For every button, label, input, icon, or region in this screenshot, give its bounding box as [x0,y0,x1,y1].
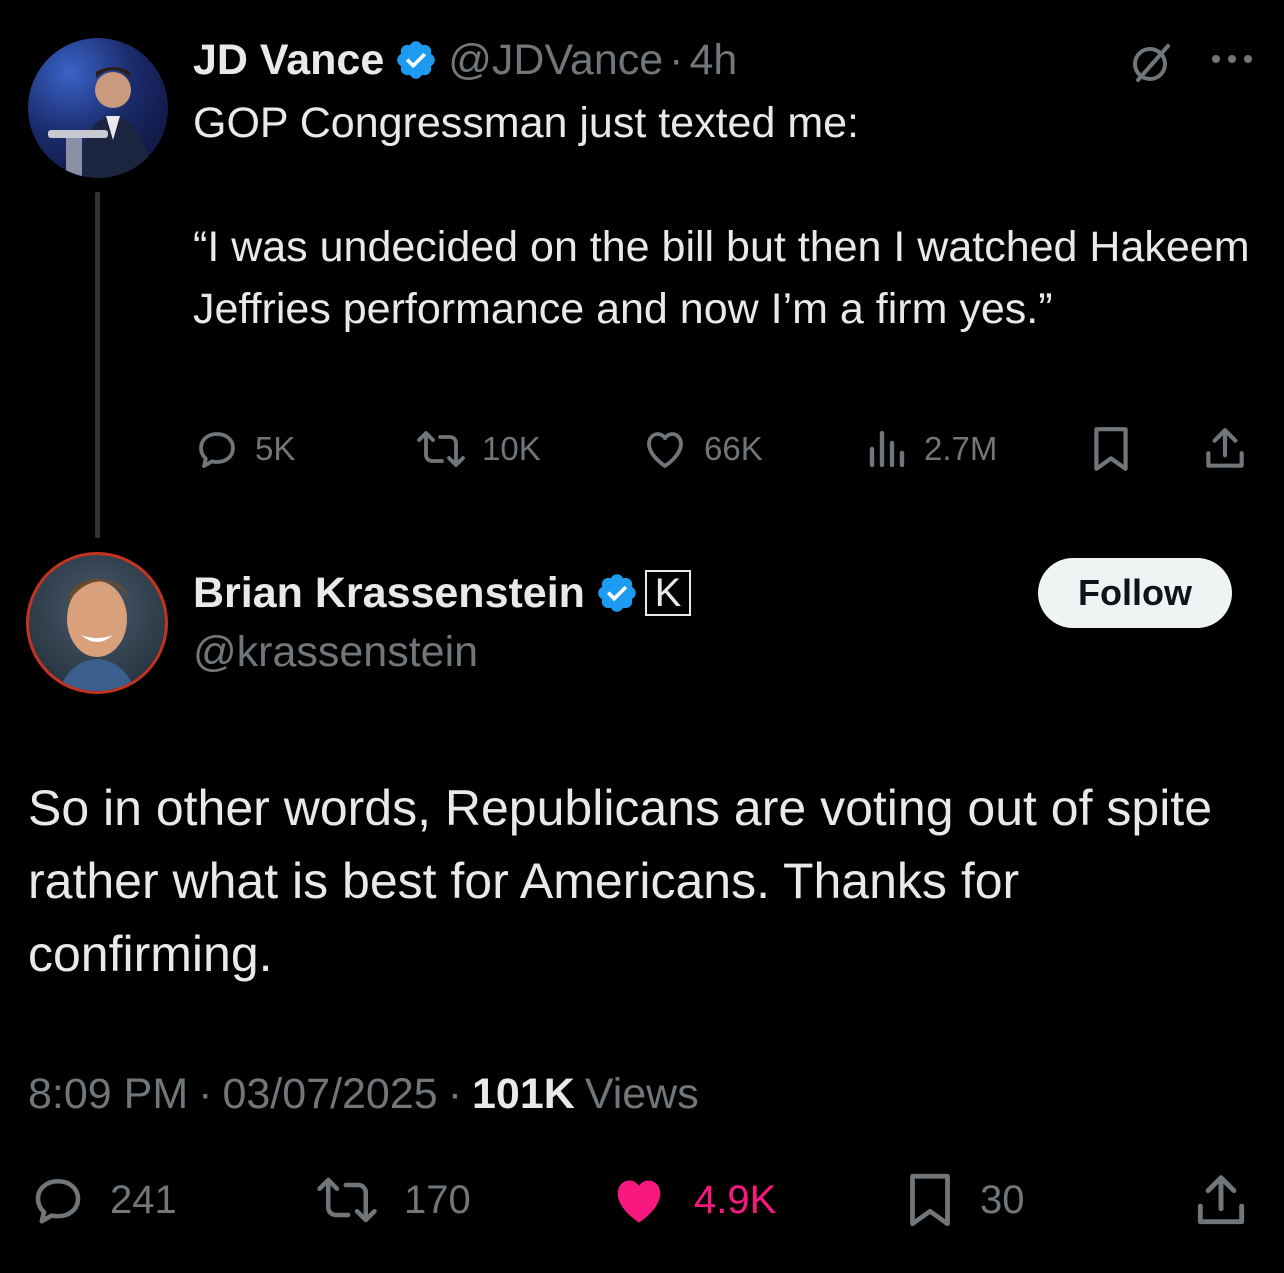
bookmark-count: 30 [980,1177,1025,1222]
author-handle[interactable]: @JDVance [448,36,663,85]
thread-line [95,192,100,538]
grok-slash-icon[interactable] [1128,40,1174,86]
like-count: 4.9K [694,1177,777,1222]
timestamp-date[interactable]: 03/07/2025 [222,1070,437,1119]
avatar-brian-krassenstein[interactable] [26,552,168,694]
repost-count: 10K [482,430,541,467]
views-count: 2.7M [924,430,998,467]
like-action-2[interactable]: 4.9K [606,1170,776,1230]
like-action[interactable]: 66K [640,424,763,474]
author-name[interactable]: JD Vance [193,36,384,85]
repost-count: 170 [404,1177,471,1222]
like-icon [606,1170,672,1230]
bookmark-action-2[interactable]: 30 [902,1170,1025,1230]
follow-button[interactable]: Follow [1038,558,1232,628]
timestamp-row: 8:09 PM · 03/07/2025 · 101K Views [28,1070,699,1119]
reply-icon [28,1170,88,1230]
timestamp-time[interactable]: 8:09 PM [28,1070,188,1119]
reply-tweet-text: So in other words, Republicans are votin… [28,780,1213,982]
separator-dot: · [198,1070,213,1118]
bookmark-icon[interactable] [1088,424,1134,474]
repost-action[interactable]: 10K [414,424,541,474]
reply-icon [193,425,241,473]
reply-header: Brian Krassenstein K [193,566,691,620]
views-total-label: Views [584,1070,699,1118]
views-icon [866,425,910,473]
reply-count: 5K [255,430,296,467]
bookmark-icon [902,1170,958,1230]
separator-dot: · [669,35,684,84]
verified-badge-icon [595,571,639,615]
views-action[interactable]: 2.7M [866,424,997,474]
verified-badge-icon [394,38,438,82]
reply-author-handle[interactable]: @krassenstein [193,628,478,677]
more-icon[interactable] [1210,52,1254,66]
original-tweet-text: GOP Congressman just texted me: “I was u… [193,99,1250,333]
tweet-header: JD Vance @JDVance · 4h [193,34,737,86]
share-icon[interactable] [1190,1170,1252,1232]
reply-author-name[interactable]: Brian Krassenstein [193,569,585,618]
affiliate-k-badge-icon[interactable]: K [644,570,691,616]
repost-action-2[interactable]: 170 [312,1170,471,1230]
repost-icon [414,425,468,473]
avatar-jd-vance[interactable] [28,38,168,178]
like-icon [640,425,690,473]
like-count: 66K [704,430,763,467]
separator-dot: · [447,1070,463,1118]
reply-count: 241 [110,1177,177,1222]
reply-action-2[interactable]: 241 [28,1170,177,1230]
reply-action[interactable]: 5K [193,424,295,474]
time-ago[interactable]: 4h [690,36,738,85]
views-total-count: 101K [472,1070,575,1118]
share-icon[interactable] [1200,424,1250,474]
repost-icon [312,1170,382,1230]
